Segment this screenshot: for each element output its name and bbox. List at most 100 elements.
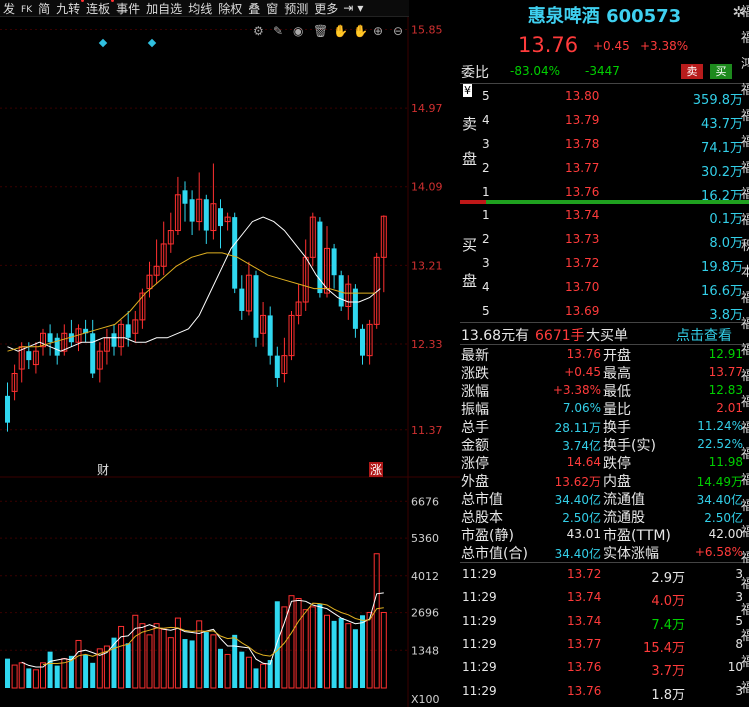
stock-name: 惠泉啤酒 [527,6,600,27]
ask-price: 13.77 [565,161,600,175]
stat-label: 涨跌 [461,366,489,382]
candle-body [203,199,209,231]
toolbar-item-6[interactable]: 加自选 [143,0,185,16]
edge-char: 福 [741,83,749,98]
candle-body [267,315,273,356]
bid-level: 1 [482,208,490,222]
candle-body [253,275,259,338]
arrow-left-bar-icon[interactable]: ⇥ [341,1,355,15]
big-order-link[interactable]: 点击查看 [676,325,732,345]
stats-row: 振幅 7.06% 量比 2.01 [460,399,749,418]
bid-price: 13.74 [565,208,600,222]
toolbar-item-label: 除权 [218,1,243,16]
candle-body [47,333,53,343]
stat-label: 内盘 [603,474,631,490]
volume-chart[interactable]: 6676 5360 4012 2696 1348 X100 [0,495,460,707]
volume-bar [160,628,167,689]
pen-icon[interactable]: ✎ [273,24,283,38]
eye-icon[interactable]: ◉ [293,24,303,38]
stat-label: 涨幅 [461,384,489,400]
ask-row[interactable]: 4 13.79 43.7万 [460,111,749,132]
kline-chart[interactable]: 15.85 14.97 14.09 13.21 12.33 11.37 ⚙ ✎ ◉ 🗑 ✋ ✋ ⊕ ⊖ 财 涨 [0,17,460,495]
toolbar-item-2[interactable]: 简 [35,0,53,16]
toolbar-item-label: 叠 [248,1,261,16]
stat-value: 34.40亿 [554,547,601,561]
volume-bar [373,553,380,689]
weibi-label: 委比 [461,65,489,81]
volume-tick-label: 6676 [411,495,439,508]
bid-row[interactable]: 1 13.74 0.1万 [460,206,749,227]
ask-volume: 74.1万 [701,141,743,156]
stat-value: 28.11万 [554,421,601,435]
ask-row[interactable]: 2 13.77 30.2万 [460,159,749,180]
toolbar-item-4[interactable]: 连板 [83,0,115,16]
bid-volume: 3.8万 [709,308,743,323]
bid-row[interactable]: 2 13.73 8.0万 [460,230,749,251]
edge-char: 福 [741,187,749,202]
zoom-in-icon[interactable]: ⊕ [373,24,383,38]
stat-value: 14.49万 [696,475,743,489]
toolbar-item-12[interactable]: 更多 [311,0,341,16]
hand-open-icon[interactable]: ✋ [353,24,368,38]
edge-char: 本 [741,265,749,280]
toolbar-item-3[interactable]: 九转 [53,0,85,16]
volume-bar [331,620,337,688]
price-tick-label: 13.21 [411,259,443,272]
toolbar-item-10[interactable]: 窗 [263,0,281,16]
toolbar-item-11[interactable]: 预测 [281,0,311,16]
ask-row[interactable]: 3 13.78 74.1万 [460,135,749,156]
ask-row[interactable]: 5 13.80 359.8万 [460,87,749,108]
toolbar-item-8[interactable]: 除权 [215,0,245,16]
toolbar-item-7[interactable]: 均线 [185,0,215,16]
ask-level: 5 [482,89,490,103]
toolbar-item-9[interactable]: 叠 [245,0,263,16]
candle-body [218,208,223,227]
stats-row: 金额 3.74亿 换手(实) 22.52% [460,435,749,454]
big-order-row[interactable]: 13.68元有 6671手 大买单 点击查看 [460,323,749,345]
price-tick-label: 14.97 [411,102,443,115]
bid-row[interactable]: 5 13.69 3.8万 [460,302,749,323]
price-tick-label: 11.37 [411,424,443,437]
bid-level: 2 [482,232,490,246]
candle-body [111,333,117,347]
candle-body [90,333,96,374]
stat-label: 涨停 [461,456,489,472]
stats-row: 总手 28.11万 换手 11.24% [460,417,749,436]
volume-bar [125,643,131,688]
ask-row[interactable]: 1 13.76 16.2万 [460,183,749,204]
edge-char: 福 [741,369,749,384]
stat-value: 34.40亿 [554,493,601,507]
sell-button[interactable]: 买 [710,64,732,79]
volume-bar [317,604,323,688]
weibi-row: 委比 -83.04% -3447 [460,62,749,81]
stat-label: 实体涨幅 [603,546,659,562]
stat-label: 总市值(合) [461,546,528,562]
volume-bar [5,658,10,688]
volume-bar [232,634,238,688]
hand-icon[interactable]: ✋ [333,24,348,38]
big-order-type: 大买单 [586,328,628,344]
bid-row[interactable]: 4 13.70 16.6万 [460,278,749,299]
volume-bar [90,662,96,688]
volume-bar [338,618,344,688]
zoom-out-icon[interactable]: ⊖ [393,24,403,38]
price-tick-label: 14.09 [411,181,443,194]
stat-label: 量比 [603,402,631,418]
stat-label: 最低 [603,384,631,400]
edge-char: 福 [741,603,749,618]
settings-icon[interactable]: ⚙ [253,24,264,38]
volume-bar [83,654,89,688]
toolbar-item-5[interactable]: 事件 [113,0,143,16]
stat-value: 34.40亿 [696,493,743,507]
trash-icon[interactable]: 🗑 [313,24,328,38]
tick-volume: 2.9万 [651,571,685,586]
volume-bar [153,623,160,689]
bid-row[interactable]: 3 13.72 19.8万 [460,254,749,275]
ask-price: 13.78 [565,137,600,151]
volume-bar [203,632,209,688]
toolbar-item-0[interactable]: 发 [0,0,18,16]
stat-label: 市盈(TTM) [603,528,671,544]
caret-down-icon[interactable]: ▾ [355,1,365,15]
buy-button[interactable]: 卖 [681,64,703,79]
toolbar-item-1[interactable]: FK [18,1,35,15]
